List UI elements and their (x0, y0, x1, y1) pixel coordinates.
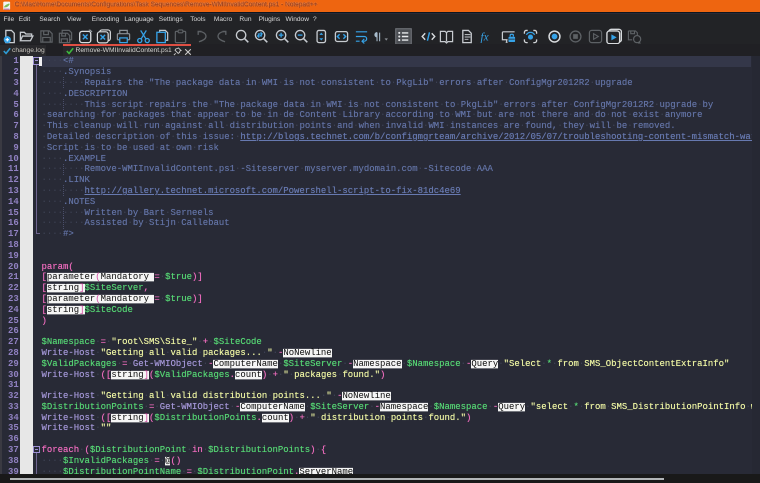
svg-text:fx: fx (480, 31, 488, 43)
